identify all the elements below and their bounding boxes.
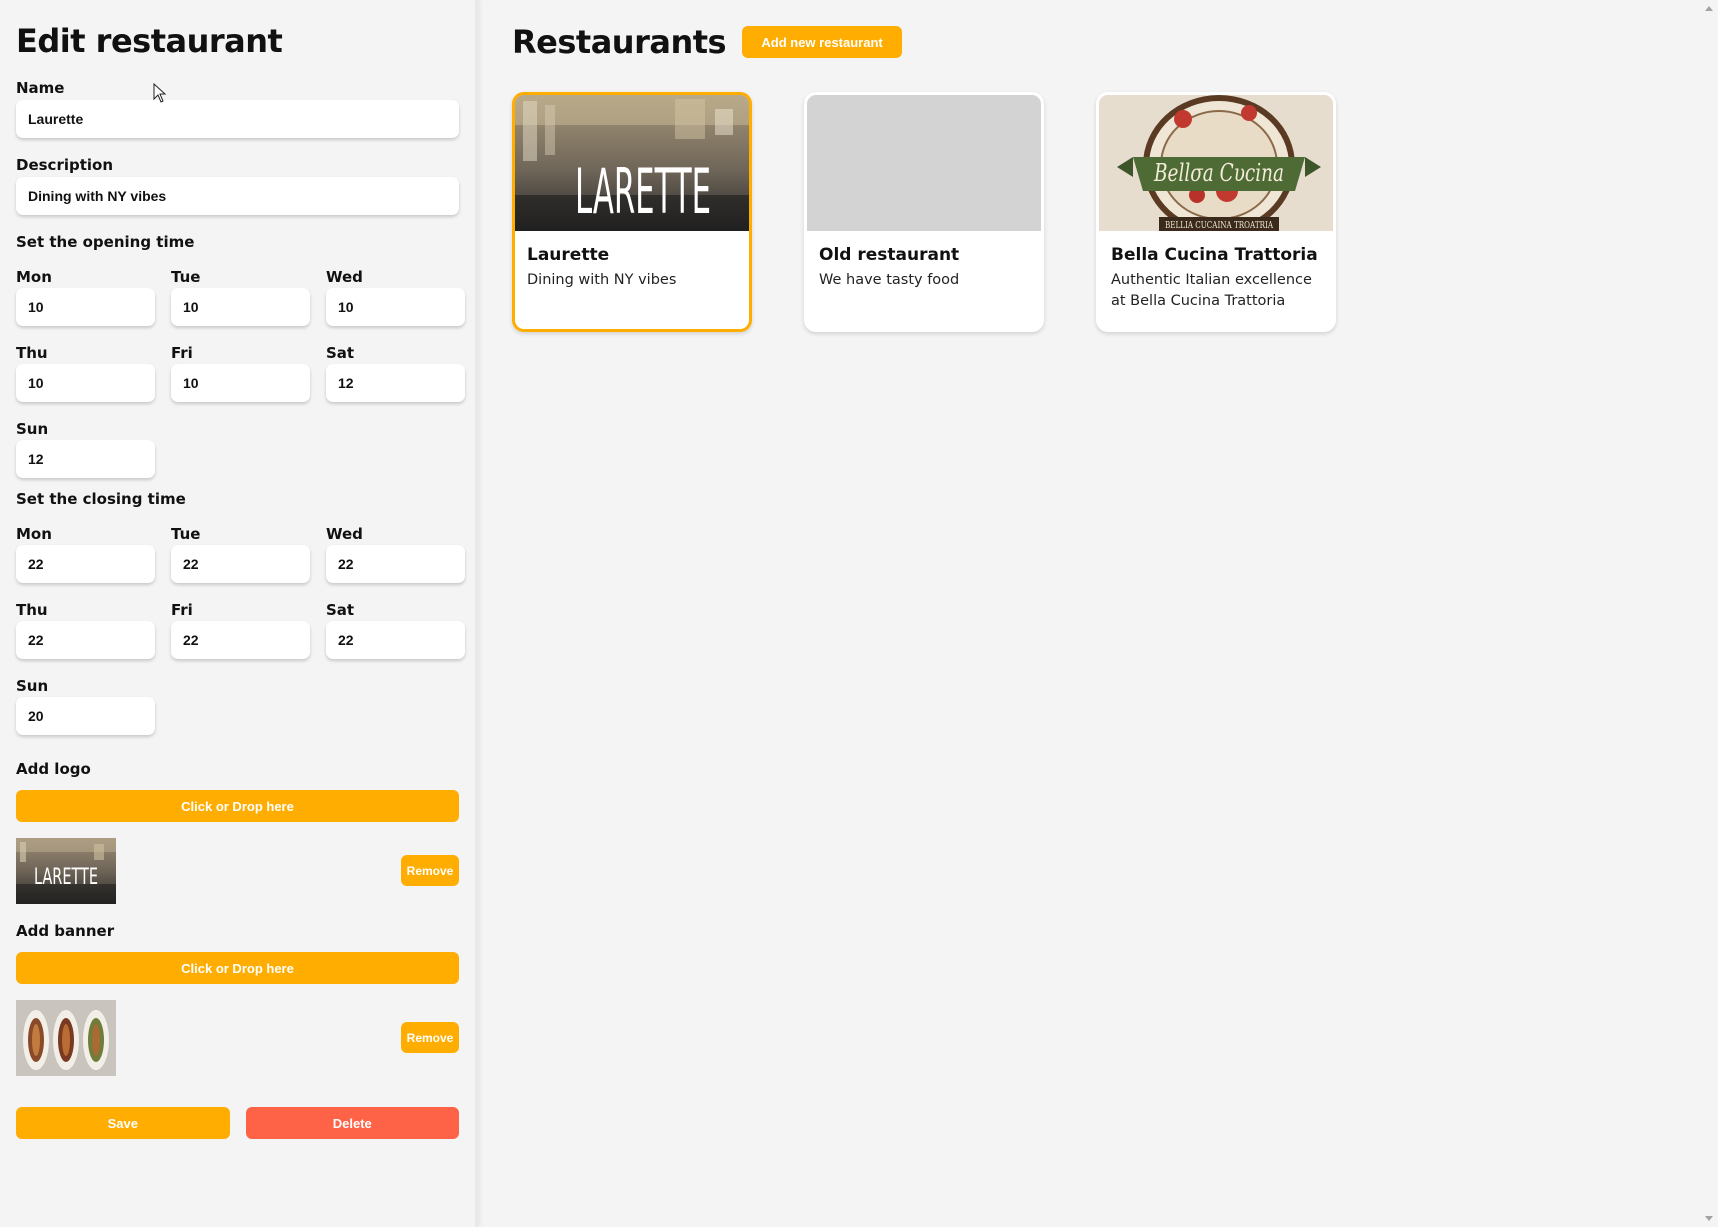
restaurant-card[interactable]: LARETTE Laurette Dining with NY vibes — [512, 92, 752, 332]
opening-fri-input[interactable] — [171, 364, 310, 402]
restaurant-card-image: Bellσa Cυcina BELLIA CUCAINA TROATRIA — [1099, 95, 1333, 231]
day-label: Tue — [171, 268, 201, 286]
day-label: Sun — [16, 677, 49, 695]
restaurants-title: Restaurants — [512, 23, 727, 61]
day-label: Mon — [16, 268, 52, 286]
closing-tue-input[interactable] — [171, 545, 310, 583]
description-label: Description — [16, 156, 114, 174]
opening-mon-input[interactable] — [16, 288, 155, 326]
closing-day-sat: Sat — [326, 601, 465, 677]
description-input[interactable] — [16, 177, 459, 215]
restaurant-card-name: Bella Cucina Trattoria — [1111, 245, 1318, 265]
restaurant-card-image-text: LARETTE — [575, 155, 711, 228]
opening-day-tue: Tue — [171, 268, 310, 344]
closing-thu-input[interactable] — [16, 621, 155, 659]
scroll-up-icon[interactable] — [1705, 6, 1713, 11]
restaurant-card-image-text: Bellσa Cυcina — [1153, 159, 1284, 187]
restaurant-card-description: Dining with NY vibes — [527, 272, 677, 288]
restaurant-card-description: We have tasty food — [819, 272, 960, 288]
save-button[interactable]: Save — [16, 1107, 230, 1139]
closing-day-wed: Wed — [326, 525, 465, 601]
restaurants-header: Restaurants Add new restaurant — [512, 22, 1700, 62]
name-label: Name — [16, 79, 65, 97]
closing-day-sun: Sun — [16, 677, 155, 753]
scroll-down-icon[interactable] — [1705, 1216, 1713, 1221]
day-label: Fri — [171, 601, 193, 619]
closing-day-tue: Tue — [171, 525, 310, 601]
opening-sun-input[interactable] — [16, 440, 155, 478]
opening-day-sat: Sat — [326, 344, 465, 420]
opening-wed-input[interactable] — [326, 288, 465, 326]
closing-sat-input[interactable] — [326, 621, 465, 659]
closing-time-heading: Set the closing time — [16, 490, 186, 508]
restaurant-card-image-placeholder — [807, 95, 1041, 231]
logo-thumbnail: LARETTE — [16, 838, 116, 904]
day-label: Wed — [326, 268, 363, 286]
day-label: Mon — [16, 525, 52, 543]
opening-day-mon: Mon — [16, 268, 155, 344]
day-label: Thu — [16, 601, 48, 619]
restaurant-card[interactable]: Bellσa Cυcina BELLIA CUCAINA TROATRIA Be… — [1096, 92, 1336, 332]
restaurant-card-image: LARETTE — [515, 95, 749, 231]
restaurant-card-image-subtext: BELLIA CUCAINA TROATRIA — [1165, 221, 1273, 231]
add-new-restaurant-button[interactable]: Add new restaurant — [742, 26, 903, 58]
day-label: Sat — [326, 344, 355, 362]
opening-time-grid: Mon Tue Wed Thu Fri Sat Sun — [16, 268, 465, 496]
edit-restaurant-panel: Edit restaurant Name Description Set the… — [0, 0, 478, 1227]
opening-day-thu: Thu — [16, 344, 155, 420]
closing-day-mon: Mon — [16, 525, 155, 601]
logo-remove-button[interactable]: Remove — [401, 855, 459, 886]
banner-upload-dropzone[interactable]: Click or Drop here — [16, 952, 459, 984]
opening-day-fri: Fri — [171, 344, 310, 420]
form-actions: Save Delete — [16, 1107, 459, 1139]
delete-button[interactable]: Delete — [245, 1107, 459, 1139]
day-label: Tue — [171, 525, 201, 543]
restaurant-card-body: Bella Cucina Trattoria Authentic Italian… — [1099, 231, 1333, 312]
edit-panel-title: Edit restaurant — [16, 22, 283, 60]
restaurant-card-description: Authentic Italian excellence at Bella Cu… — [1111, 272, 1312, 309]
opening-thu-input[interactable] — [16, 364, 155, 402]
day-label: Sat — [326, 601, 355, 619]
restaurant-card-name: Old restaurant — [819, 245, 960, 265]
restaurant-card-body: Old restaurant We have tasty food — [807, 231, 1041, 291]
closing-wed-input[interactable] — [326, 545, 465, 583]
name-input[interactable] — [16, 100, 459, 138]
restaurant-card-name: Laurette — [527, 245, 610, 265]
day-label: Sun — [16, 420, 49, 438]
opening-time-heading: Set the opening time — [16, 233, 195, 251]
logo-upload-dropzone[interactable]: Click or Drop here — [16, 790, 459, 822]
restaurant-card-body: Laurette Dining with NY vibes — [515, 231, 749, 291]
closing-sun-input[interactable] — [16, 697, 155, 735]
add-logo-heading: Add logo — [16, 760, 91, 778]
day-label: Thu — [16, 344, 48, 362]
day-label: Wed — [326, 525, 363, 543]
closing-day-thu: Thu — [16, 601, 155, 677]
opening-day-sun: Sun — [16, 420, 155, 496]
banner-preview-row: Remove — [16, 1000, 459, 1076]
page-scrollbar[interactable] — [1700, 0, 1718, 1227]
restaurant-card-list: LARETTE Laurette Dining with NY vibes Ol… — [512, 92, 1700, 332]
restaurant-card[interactable]: Old restaurant We have tasty food — [804, 92, 1044, 332]
restaurants-main: Restaurants Add new restaurant LARETTE L… — [512, 0, 1700, 332]
day-label: Fri — [171, 344, 193, 362]
name-field: Name — [16, 79, 459, 138]
banner-remove-button[interactable]: Remove — [401, 1022, 459, 1053]
closing-time-grid: Mon Tue Wed Thu Fri Sat Sun — [16, 525, 465, 753]
opening-tue-input[interactable] — [171, 288, 310, 326]
closing-day-fri: Fri — [171, 601, 310, 677]
opening-sat-input[interactable] — [326, 364, 465, 402]
add-banner-heading: Add banner — [16, 922, 115, 940]
banner-thumbnail — [16, 1000, 116, 1076]
closing-mon-input[interactable] — [16, 545, 155, 583]
logo-thumbnail-text: LARETTE — [34, 865, 98, 890]
description-field: Description — [16, 156, 459, 215]
logo-preview-row: LARETTE Remove — [16, 838, 459, 904]
closing-fri-input[interactable] — [171, 621, 310, 659]
opening-day-wed: Wed — [326, 268, 465, 344]
